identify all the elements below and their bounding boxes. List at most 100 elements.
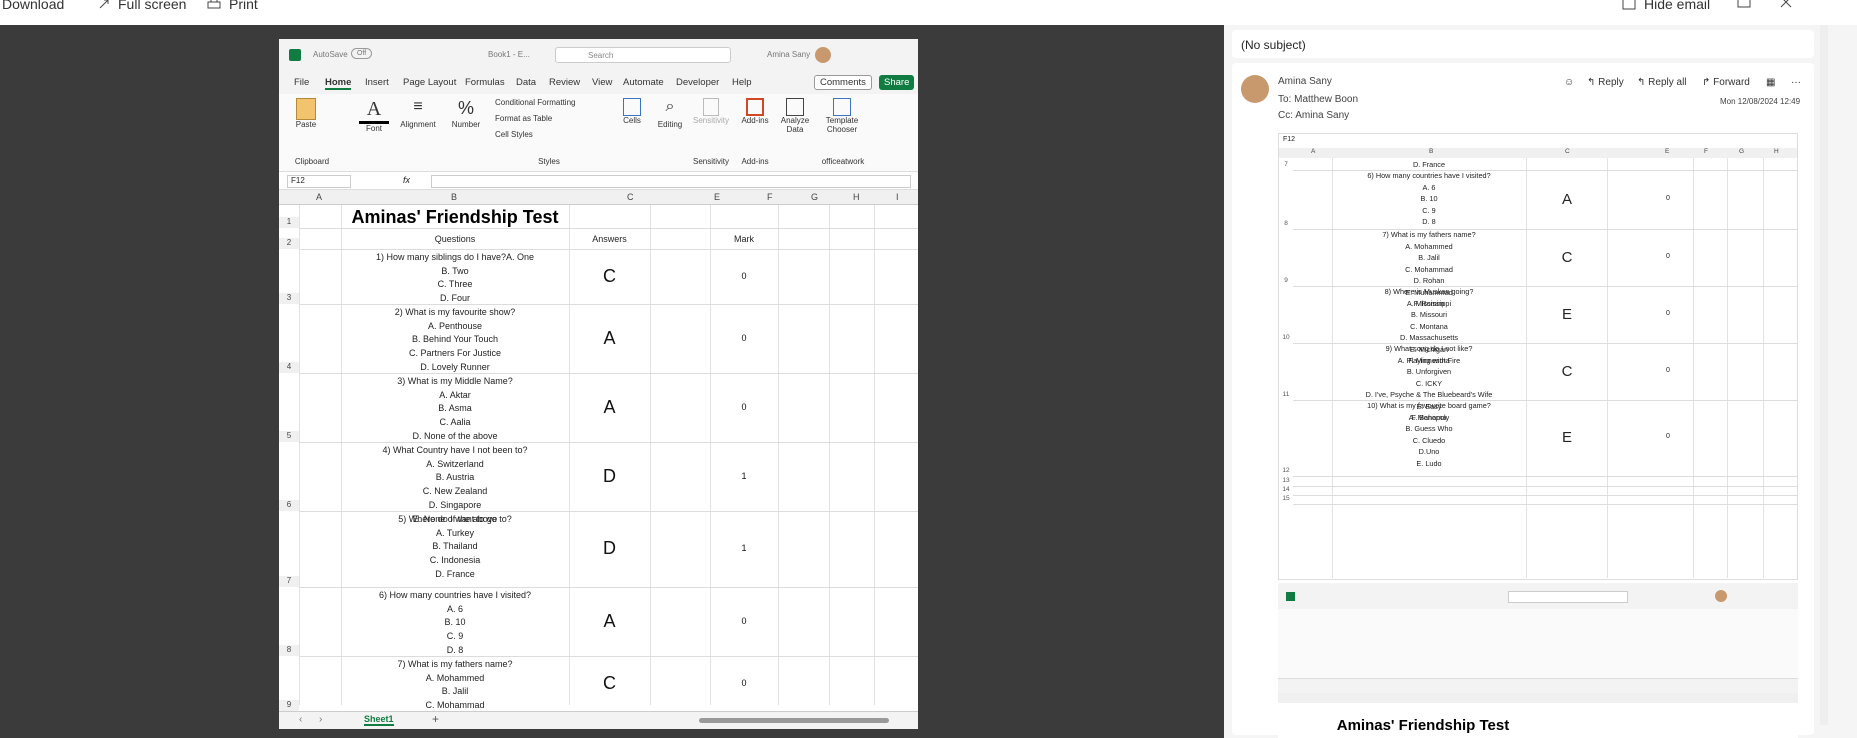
font-button[interactable]: A Font [359,98,389,133]
row-number[interactable]: 5 [279,431,299,442]
cells-icon [623,98,641,116]
answer-cell[interactable]: A [569,611,650,632]
cond-format-button[interactable]: Conditional Formatting [495,98,605,107]
close-icon[interactable] [1780,0,1792,8]
col-g[interactable]: G [811,192,818,202]
avatar[interactable] [815,47,831,63]
more-icon[interactable]: ··· [1791,77,1801,88]
popout-icon[interactable] [1737,0,1751,8]
excel-ribbon: Paste Clipboard A Font ≡ Alignment % Num… [279,94,918,172]
share-button[interactable]: Share [879,75,915,90]
emoji-icon[interactable]: ☺ [1564,77,1574,88]
mark-cell[interactable]: 0 [710,678,778,688]
forward-icon: ↱ [1702,77,1711,88]
hide-email-button[interactable]: Hide email [1622,0,1710,12]
mark-cell[interactable]: 0 [710,616,778,626]
download-button[interactable]: Download [2,0,64,12]
search-input[interactable]: Search [555,47,731,63]
font-a-icon: A [359,98,389,124]
autosave-toggle[interactable]: Off [351,48,373,59]
email-scrollbar[interactable] [1820,25,1828,725]
menu-insert[interactable]: Insert [365,77,389,88]
question-cell[interactable]: 3) What is my Middle Name? A. Aktar B. A… [341,375,569,444]
sheet-title: Aminas' Friendship Test [351,207,559,227]
menu-formulas[interactable]: Formulas [465,77,505,88]
name-box[interactable]: F12 [287,175,351,188]
mark-cell[interactable]: 1 [710,543,778,553]
answer-cell[interactable]: A [569,397,650,418]
question-cell[interactable]: 5) Where do I want to go to? A. Turkey B… [341,513,569,582]
menu-developer[interactable]: Developer [676,77,719,88]
menu-help[interactable]: Help [732,77,752,88]
forward-button[interactable]: ↱ Forward [1702,77,1750,88]
number-button[interactable]: % Number [449,98,483,129]
menu-home[interactable]: Home [325,77,352,90]
horizontal-scrollbar[interactable] [699,718,889,723]
col-i[interactable]: I [896,192,899,202]
number-label: Number [451,120,481,129]
row-number[interactable]: 1 [279,217,299,228]
autosave-label: AutoSave [313,50,348,59]
row-number[interactable]: 7 [279,576,299,587]
col-f[interactable]: F [767,192,773,202]
question-cell[interactable]: 2) What is my favourite show? A. Penthou… [341,306,569,375]
analyze-data-button[interactable]: Analyze Data [777,98,813,134]
row-number[interactable]: 9 [279,700,299,711]
prev-sheet-icon[interactable]: ‹ [299,714,302,725]
question-cell[interactable]: 1) How many siblings do I have?A. One B.… [341,251,569,306]
sender-avatar[interactable] [1241,75,1269,103]
menu-data[interactable]: Data [516,77,536,88]
cells-button[interactable]: Cells [617,98,647,125]
col-a[interactable]: A [316,192,322,202]
print-icon [207,0,221,9]
print-button[interactable]: Print [207,0,258,12]
menu-review[interactable]: Review [549,77,580,88]
template-chooser-button[interactable]: Template Chooser [821,98,863,134]
menu-automate[interactable]: Automate [623,77,664,88]
col-e[interactable]: E [714,192,720,202]
mark-cell[interactable]: 0 [710,402,778,412]
format-table-button[interactable]: Format as Table [495,114,605,123]
sheet-tab[interactable]: Sheet1 [364,714,394,726]
answer-cell[interactable]: C [569,673,650,694]
formula-input[interactable] [431,175,911,188]
cell-styles-button[interactable]: Cell Styles [495,130,605,139]
answer-cell[interactable]: D [569,466,650,487]
comments-button[interactable]: Comments [814,75,872,90]
col-b[interactable]: B [451,192,457,202]
question-cell[interactable]: 7) What is my fathers name? A. Mohammed … [341,658,569,713]
cc-recipient[interactable]: Amina Sany [1295,110,1349,121]
fullscreen-button[interactable]: Full screen [98,0,186,12]
mark-cell[interactable]: 0 [710,271,778,281]
add-sheet-icon[interactable]: + [432,712,439,726]
menu-page-layout[interactable]: Page Layout [403,77,456,88]
apps-icon[interactable]: ▦ [1766,77,1775,88]
answer-cell[interactable]: A [569,328,650,349]
row-number[interactable]: 8 [279,645,299,656]
next-sheet-icon[interactable]: › [319,714,322,725]
answer-cell[interactable]: D [569,538,650,559]
editing-button[interactable]: ⌕ Editing [653,98,687,129]
col-c[interactable]: C [627,192,634,202]
to-recipient[interactable]: Matthew Boon [1294,94,1358,105]
mini-excel-logo-icon [1286,592,1295,601]
spreadsheet-grid[interactable]: Aminas' Friendship Test Questions Answer… [279,205,918,712]
row-number[interactable]: 6 [279,500,299,511]
alignment-button[interactable]: ≡ Alignment [397,98,439,129]
paste-button[interactable]: Paste [291,98,321,129]
addins-button[interactable]: Add-ins [739,98,771,125]
reply-button[interactable]: ↰ Reply [1587,77,1624,88]
menu-file[interactable]: File [294,77,309,88]
row-number[interactable]: 4 [279,362,299,373]
reply-all-button[interactable]: ↰ Reply all [1637,77,1687,88]
col-h[interactable]: H [853,192,860,202]
question-cell[interactable]: 6) How many countries have I visited? A.… [341,589,569,658]
sensitivity-button[interactable]: Sensitivity [691,98,731,125]
mark-cell[interactable]: 1 [710,471,778,481]
menu-view[interactable]: View [592,77,612,88]
mark-cell[interactable]: 0 [710,333,778,343]
row-number[interactable]: 3 [279,293,299,304]
answer-cell[interactable]: C [569,266,650,287]
template-label: Template Chooser [825,116,859,134]
row-number[interactable]: 2 [279,238,299,249]
